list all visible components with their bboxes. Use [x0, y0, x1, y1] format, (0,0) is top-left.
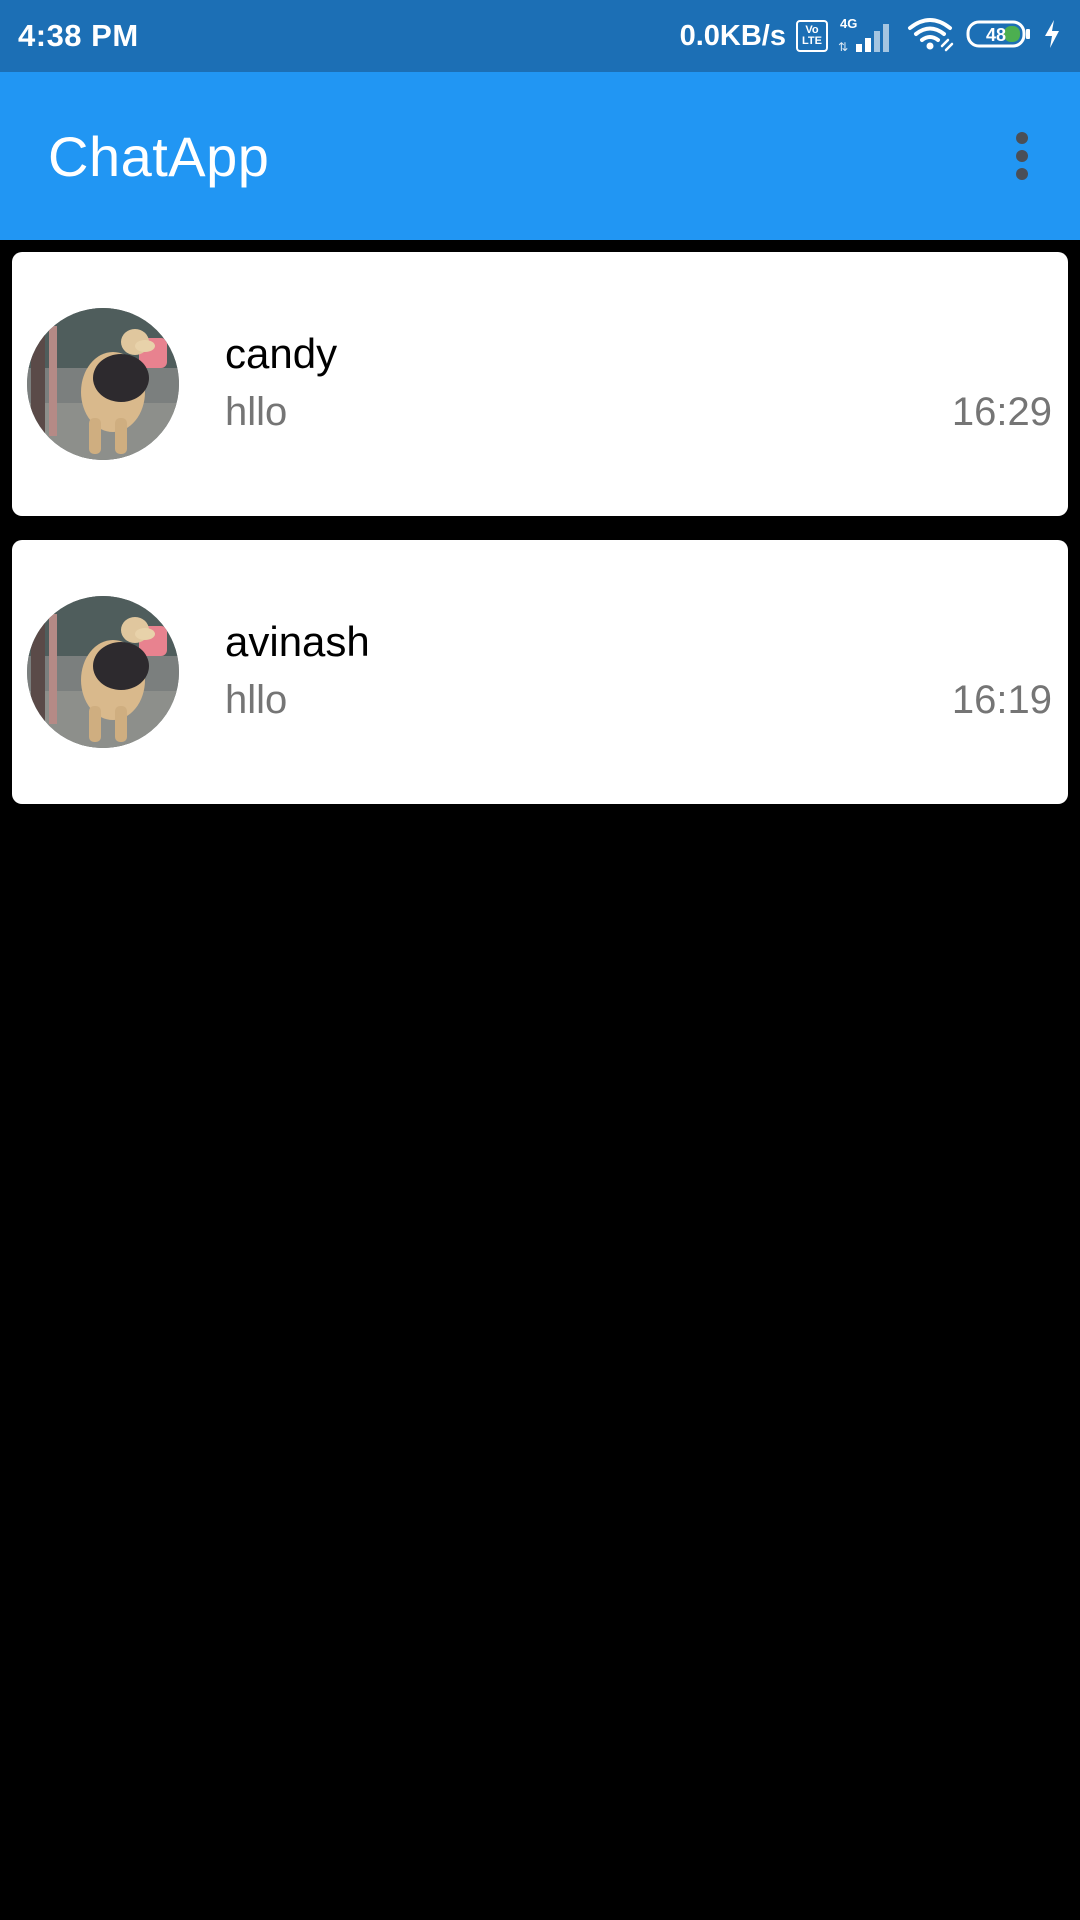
avatar — [27, 308, 179, 460]
contact-name: candy — [225, 330, 338, 377]
overflow-menu-icon[interactable] — [1000, 126, 1044, 186]
chat-item-candy[interactable]: candy hllo 16:29 — [12, 252, 1068, 516]
dog-photo-avatar — [27, 308, 179, 460]
volte-bottom-label: LTE — [802, 35, 822, 47]
menu-dot — [1016, 132, 1028, 144]
app-bar: ChatApp — [0, 72, 1080, 240]
battery-icon: 48 — [966, 19, 1032, 54]
app-title: ChatApp — [48, 124, 270, 188]
dog-photo-avatar — [27, 596, 179, 748]
status-time: 4:38 PM — [18, 18, 139, 53]
network-speed: 0.0KB/s — [679, 19, 786, 52]
volte-icon: Vo LTE — [796, 20, 828, 52]
chat-item-avinash[interactable]: avinash hllo 16:19 — [12, 540, 1068, 804]
status-icons: 0.0KB/s Vo LTE 4G ⇅ 48 — [680, 16, 1062, 57]
avatar — [27, 596, 179, 748]
last-message: hllo — [225, 678, 288, 722]
contact-name: avinash — [225, 618, 370, 665]
wifi-icon — [906, 16, 956, 57]
message-time: 16:29 — [951, 390, 1052, 434]
message-time: 16:19 — [951, 678, 1052, 722]
last-message: hllo — [225, 390, 288, 434]
signal-icon: 4G ⇅ — [838, 16, 896, 54]
menu-dot — [1016, 150, 1028, 162]
status-bar: 4:38 PM 0.0KB/s Vo LTE 4G ⇅ 48 — [0, 0, 1080, 72]
menu-dot — [1016, 168, 1028, 180]
charging-icon — [1042, 18, 1062, 55]
battery-level: 48 — [986, 25, 1006, 45]
